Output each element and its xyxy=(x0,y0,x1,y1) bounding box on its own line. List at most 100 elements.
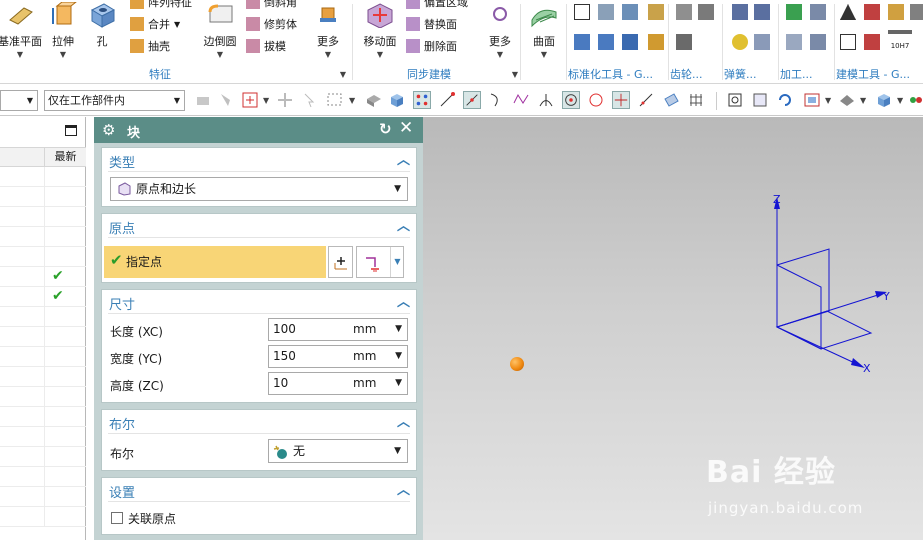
snap-point-icon[interactable] xyxy=(241,91,259,109)
close-icon[interactable]: ✕ xyxy=(399,118,413,138)
delete-face-button[interactable]: 删除面 xyxy=(406,38,457,58)
wcs-triad[interactable] xyxy=(763,187,923,387)
type-section-header[interactable]: 类型 ︿ xyxy=(102,148,416,171)
chevron-down-icon[interactable]: ▼ xyxy=(395,373,402,394)
navigator-row[interactable] xyxy=(0,427,86,447)
std-tool-icon[interactable] xyxy=(574,4,590,20)
std-tool-icon[interactable] xyxy=(648,4,664,20)
navigator-row[interactable] xyxy=(0,207,86,227)
chevron-down-icon[interactable]: ▼ xyxy=(395,319,402,340)
navigator-row[interactable] xyxy=(0,487,86,507)
feature-more-button[interactable]: 更多 ▼ xyxy=(302,0,354,66)
navigator-row[interactable] xyxy=(0,467,86,487)
rotate-icon[interactable] xyxy=(776,91,794,109)
group-expand-icon[interactable]: ▼ xyxy=(512,70,518,79)
chevron-down-icon[interactable]: ▼ xyxy=(390,247,404,277)
snap-endpoint-icon[interactable] xyxy=(438,91,456,109)
collapse-icon[interactable]: ︿ xyxy=(397,149,410,168)
origin-section-header[interactable]: 原点 ︿ xyxy=(102,214,416,237)
inferred-point-button[interactable]: ▼ xyxy=(356,246,404,278)
navigator-row[interactable] xyxy=(0,407,86,427)
navigator-row[interactable] xyxy=(0,367,86,387)
height-field[interactable]: 10 mm ▼ xyxy=(268,372,408,395)
view-fit-icon[interactable] xyxy=(726,91,744,109)
std-tool-icon[interactable] xyxy=(574,34,590,50)
snap-curve-icon[interactable] xyxy=(487,91,505,109)
render-style-icon[interactable] xyxy=(838,91,856,109)
modeling-tool-icon[interactable] xyxy=(888,4,904,20)
hole-button[interactable]: 孔 xyxy=(76,0,128,66)
gear-tool-icon[interactable] xyxy=(676,34,692,50)
spring-tool-icon[interactable] xyxy=(732,34,748,50)
collapse-icon[interactable]: ︿ xyxy=(397,215,410,234)
snap-intersection-icon[interactable] xyxy=(537,91,555,109)
specify-point-row[interactable]: ✔ 指定点 xyxy=(104,246,326,278)
filter-icon[interactable] xyxy=(195,91,213,109)
snap-bounded-grid-icon[interactable] xyxy=(687,91,705,109)
replace-face-button[interactable]: 替换面 xyxy=(406,16,457,36)
edge-blend-button[interactable]: 边倒圆 ▼ xyxy=(194,0,246,66)
spring-tool-icon[interactable] xyxy=(732,4,748,20)
reset-icon[interactable]: ↻ xyxy=(379,120,392,138)
navigator-row[interactable] xyxy=(0,187,86,207)
snap-on-face-icon[interactable] xyxy=(662,91,680,109)
length-field[interactable]: 100 mm ▼ xyxy=(268,318,408,341)
navigator-row[interactable] xyxy=(0,447,86,467)
associative-origin-checkbox[interactable] xyxy=(111,512,123,524)
dimensions-section-header[interactable]: 尺寸 ︿ xyxy=(102,290,416,313)
origin-point-marker[interactable] xyxy=(510,357,524,371)
navigator-row[interactable] xyxy=(0,247,86,267)
collapse-icon[interactable]: ︿ xyxy=(397,291,410,310)
cube-icon[interactable] xyxy=(388,91,406,109)
column-latest[interactable]: 最新 xyxy=(44,148,86,166)
unite-button[interactable]: 合并 ▼ xyxy=(130,16,180,36)
snap-on-curve-icon[interactable] xyxy=(637,91,655,109)
chevron-down-icon[interactable]: ▼ xyxy=(395,346,402,367)
navigator-row[interactable] xyxy=(0,307,86,327)
chevron-down-icon[interactable]: ▼ xyxy=(263,96,269,105)
offset-region-button[interactable]: 偏置区域 xyxy=(406,0,468,14)
select-icon[interactable] xyxy=(218,91,236,109)
spring-tool-icon[interactable] xyxy=(754,4,770,20)
navigator-row[interactable]: ✔ xyxy=(0,287,86,307)
collapse-icon[interactable]: ︿ xyxy=(397,411,410,430)
pointer-icon[interactable] xyxy=(301,91,319,109)
color-tools-icon[interactable] xyxy=(907,91,923,109)
snap-quadrant-icon[interactable] xyxy=(587,91,605,109)
snap-arc-center-icon[interactable] xyxy=(562,91,580,109)
chamfer-button[interactable]: 倒斜角 xyxy=(246,0,297,14)
trim-body-button[interactable]: 修剪体 xyxy=(246,16,297,36)
point-dialog-button[interactable] xyxy=(328,246,353,278)
zoom-window-icon[interactable] xyxy=(751,91,769,109)
triangle-icon[interactable] xyxy=(840,4,856,20)
draft-button[interactable]: 拔模 xyxy=(246,38,286,58)
move-icon[interactable] xyxy=(276,91,294,109)
gear-tool-icon[interactable] xyxy=(676,4,692,20)
navigator-row[interactable] xyxy=(0,167,86,187)
navigator-row[interactable] xyxy=(0,347,86,367)
snap-control-icon[interactable] xyxy=(512,91,530,109)
tolerance-icon[interactable]: 10H7 xyxy=(888,30,912,50)
snap-existing-point-icon[interactable] xyxy=(612,91,630,109)
pattern-feature-button[interactable]: 阵列特征 xyxy=(130,0,192,14)
modeling-tool-icon[interactable] xyxy=(840,34,856,50)
solid-body-icon[interactable] xyxy=(365,91,383,109)
std-tool-icon[interactable] xyxy=(622,4,638,20)
snap-midpoint-icon[interactable] xyxy=(463,91,481,109)
gear-tool-icon[interactable] xyxy=(698,4,714,20)
height-unit[interactable]: mm xyxy=(353,373,376,394)
rect-select-icon[interactable] xyxy=(326,91,344,109)
width-field[interactable]: 150 mm ▼ xyxy=(268,345,408,368)
chevron-down-icon[interactable]: ▼ xyxy=(825,96,831,105)
width-unit[interactable]: mm xyxy=(353,346,376,367)
type-filter-combo[interactable]: ▼ xyxy=(0,90,38,111)
surface-button[interactable]: 曲面 ▼ xyxy=(518,0,570,66)
orient-view-icon[interactable] xyxy=(803,91,821,109)
graphics-viewport[interactable]: Z Y X Bai 经验 jingyan.baidu.com xyxy=(423,117,923,540)
boolean-select[interactable]: 无 ▼ xyxy=(268,439,408,463)
associative-origin-label[interactable]: 关联原点 xyxy=(128,510,176,527)
navigator-row[interactable] xyxy=(0,387,86,407)
spring-tool-icon[interactable] xyxy=(754,34,770,50)
std-tool-icon[interactable] xyxy=(622,34,638,50)
machining-tool-icon[interactable] xyxy=(786,4,802,20)
